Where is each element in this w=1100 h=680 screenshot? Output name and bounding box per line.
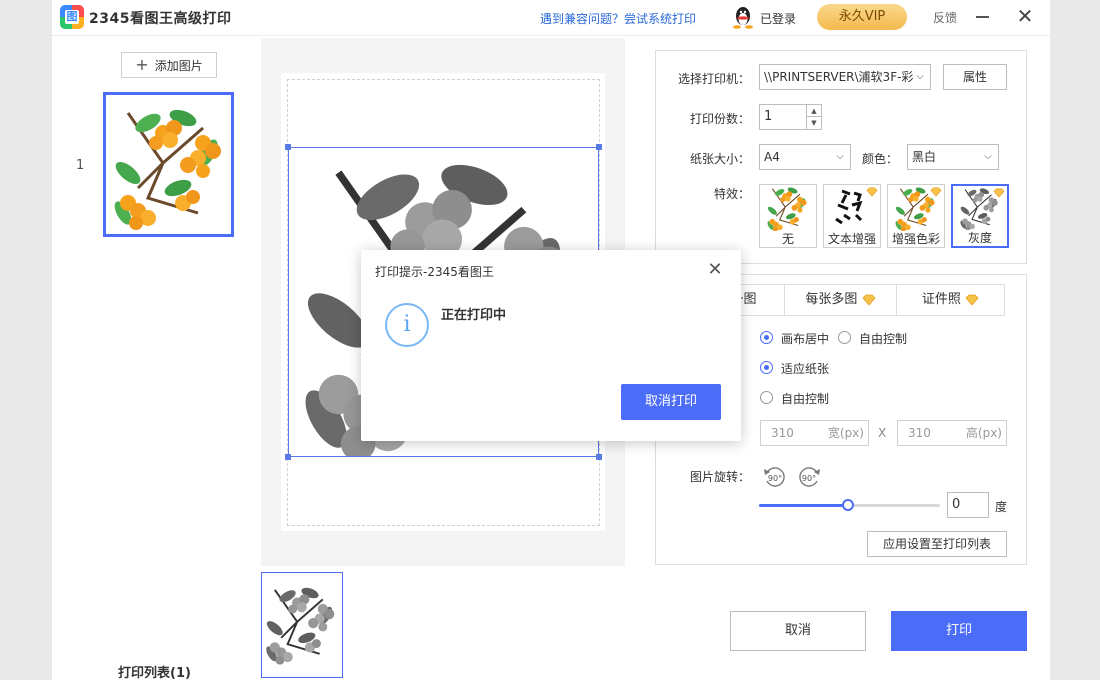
paper-size-label: 纸张大小： xyxy=(690,152,751,166)
premium-gem-icon xyxy=(965,294,979,305)
color-label: 颜色： xyxy=(862,152,899,166)
svg-text:90°: 90° xyxy=(768,474,782,483)
resize-handle-br[interactable] xyxy=(596,454,602,460)
stepper-down-icon[interactable]: ▼ xyxy=(807,117,821,129)
effect-grayscale[interactable]: 灰度 xyxy=(951,184,1009,248)
print-button[interactable]: 打印 xyxy=(891,611,1027,651)
slider-fill xyxy=(759,504,848,507)
image-list-panel: + 添加图片 1 打印列表(1) xyxy=(52,36,260,680)
radio-position-free[interactable] xyxy=(838,331,851,344)
premium-gem-icon xyxy=(993,188,1005,198)
page-thumbnail-image xyxy=(263,584,336,666)
title-bar: 图 2345看图王高级打印 遇到兼容问题？尝试系统打印 已登录 永久VIP 反馈… xyxy=(52,0,1050,36)
canvas-center-label: 画布居中 xyxy=(781,332,830,346)
tab-id-photo[interactable]: 证件照 xyxy=(896,285,1004,315)
loquat-color-image xyxy=(109,105,224,232)
premium-gem-icon xyxy=(930,187,942,197)
qq-penguin-icon xyxy=(733,7,753,29)
apply-to-list-button[interactable]: 应用设置至打印列表 xyxy=(867,531,1007,557)
rotate-right-icon[interactable]: 90° xyxy=(796,464,822,490)
effect-text-enhance[interactable]: 文本增强 xyxy=(823,184,881,248)
slider-knob[interactable] xyxy=(841,499,854,511)
add-image-button[interactable]: + 添加图片 xyxy=(121,52,217,78)
copies-stepper[interactable]: 1 ▲ ▼ xyxy=(759,104,822,130)
dialog-close-icon[interactable]: ✕ xyxy=(705,260,725,280)
print-list-label: 打印列表(1) xyxy=(118,666,191,680)
tab-multi-per-page[interactable]: 每张多图 xyxy=(784,285,896,315)
image-thumbnail-selected[interactable] xyxy=(103,92,234,237)
effects-label: 特效： xyxy=(714,187,751,201)
chevron-down-icon: ⌵ xyxy=(836,151,844,162)
app-title: 2345看图王高级打印 xyxy=(89,11,232,27)
rotation-input[interactable]: 0 xyxy=(947,492,989,518)
cancel-button[interactable]: 取消 xyxy=(730,611,866,651)
resize-handle-tr[interactable] xyxy=(596,144,602,150)
login-status[interactable]: 已登录 xyxy=(760,10,796,27)
copies-label: 打印份数： xyxy=(690,112,751,126)
position-free-label: 自由控制 xyxy=(859,332,908,346)
stepper-arrows[interactable]: ▲ ▼ xyxy=(806,104,822,130)
chevron-down-icon: ⌵ xyxy=(916,71,924,82)
resize-handle-bl[interactable] xyxy=(285,454,291,460)
premium-gem-icon xyxy=(866,187,878,197)
degree-unit: 度 xyxy=(995,500,1008,514)
effect-none[interactable]: 无 xyxy=(759,184,817,248)
radio-size-free[interactable] xyxy=(760,391,773,404)
times-sign: X xyxy=(878,426,887,440)
radio-fit-paper[interactable] xyxy=(760,361,773,374)
fit-paper-label: 适应纸张 xyxy=(781,362,830,376)
close-window-icon[interactable]: ✕ xyxy=(1015,6,1035,26)
effect-none-preview xyxy=(765,185,808,233)
size-free-label: 自由控制 xyxy=(781,392,830,406)
paper-size-select[interactable]: A4 ⌵ xyxy=(759,144,851,170)
minimize-icon[interactable] xyxy=(976,16,989,18)
printer-label: 选择打印机： xyxy=(678,72,751,86)
rotation-slider[interactable] xyxy=(759,499,940,511)
cancel-print-button[interactable]: 取消打印 xyxy=(621,384,721,420)
thumb-index: 1 xyxy=(76,158,85,173)
color-select[interactable]: 黑白 ⌵ xyxy=(907,144,999,170)
rotate-label: 图片旋转： xyxy=(690,470,751,484)
properties-button[interactable]: 属性 xyxy=(943,64,1007,90)
chevron-down-icon: ⌵ xyxy=(984,151,992,162)
print-progress-dialog: 打印提示-2345看图王 ✕ i 正在打印中 取消打印 xyxy=(361,250,741,441)
dialog-message: 正在打印中 xyxy=(441,308,507,323)
info-icon: i xyxy=(385,303,429,347)
vip-button[interactable]: 永久VIP xyxy=(817,4,907,30)
plus-icon: + xyxy=(135,55,149,74)
page-thumbnail[interactable] xyxy=(261,572,343,678)
rotate-left-icon[interactable]: 90° xyxy=(762,464,788,490)
svg-text:90°: 90° xyxy=(802,474,816,483)
stepper-up-icon[interactable]: ▲ xyxy=(807,105,821,117)
feedback-link[interactable]: 反馈 xyxy=(933,9,957,26)
premium-gem-icon xyxy=(862,294,875,305)
radio-canvas-center[interactable] xyxy=(760,331,773,344)
width-input[interactable]: 310 宽(px) xyxy=(760,420,869,446)
dialog-title: 打印提示-2345看图王 xyxy=(375,265,494,279)
app-logo-icon: 图 xyxy=(60,5,84,29)
effect-color-enhance[interactable]: 增强色彩 xyxy=(887,184,945,248)
resize-handle-tl[interactable] xyxy=(285,144,291,150)
system-print-link[interactable]: 遇到兼容问题？尝试系统打印 xyxy=(540,10,696,27)
height-input[interactable]: 310 高(px) xyxy=(897,420,1007,446)
printer-select[interactable]: \\PRINTSERVER\浦软3F-彩 ⌵ xyxy=(759,64,931,90)
